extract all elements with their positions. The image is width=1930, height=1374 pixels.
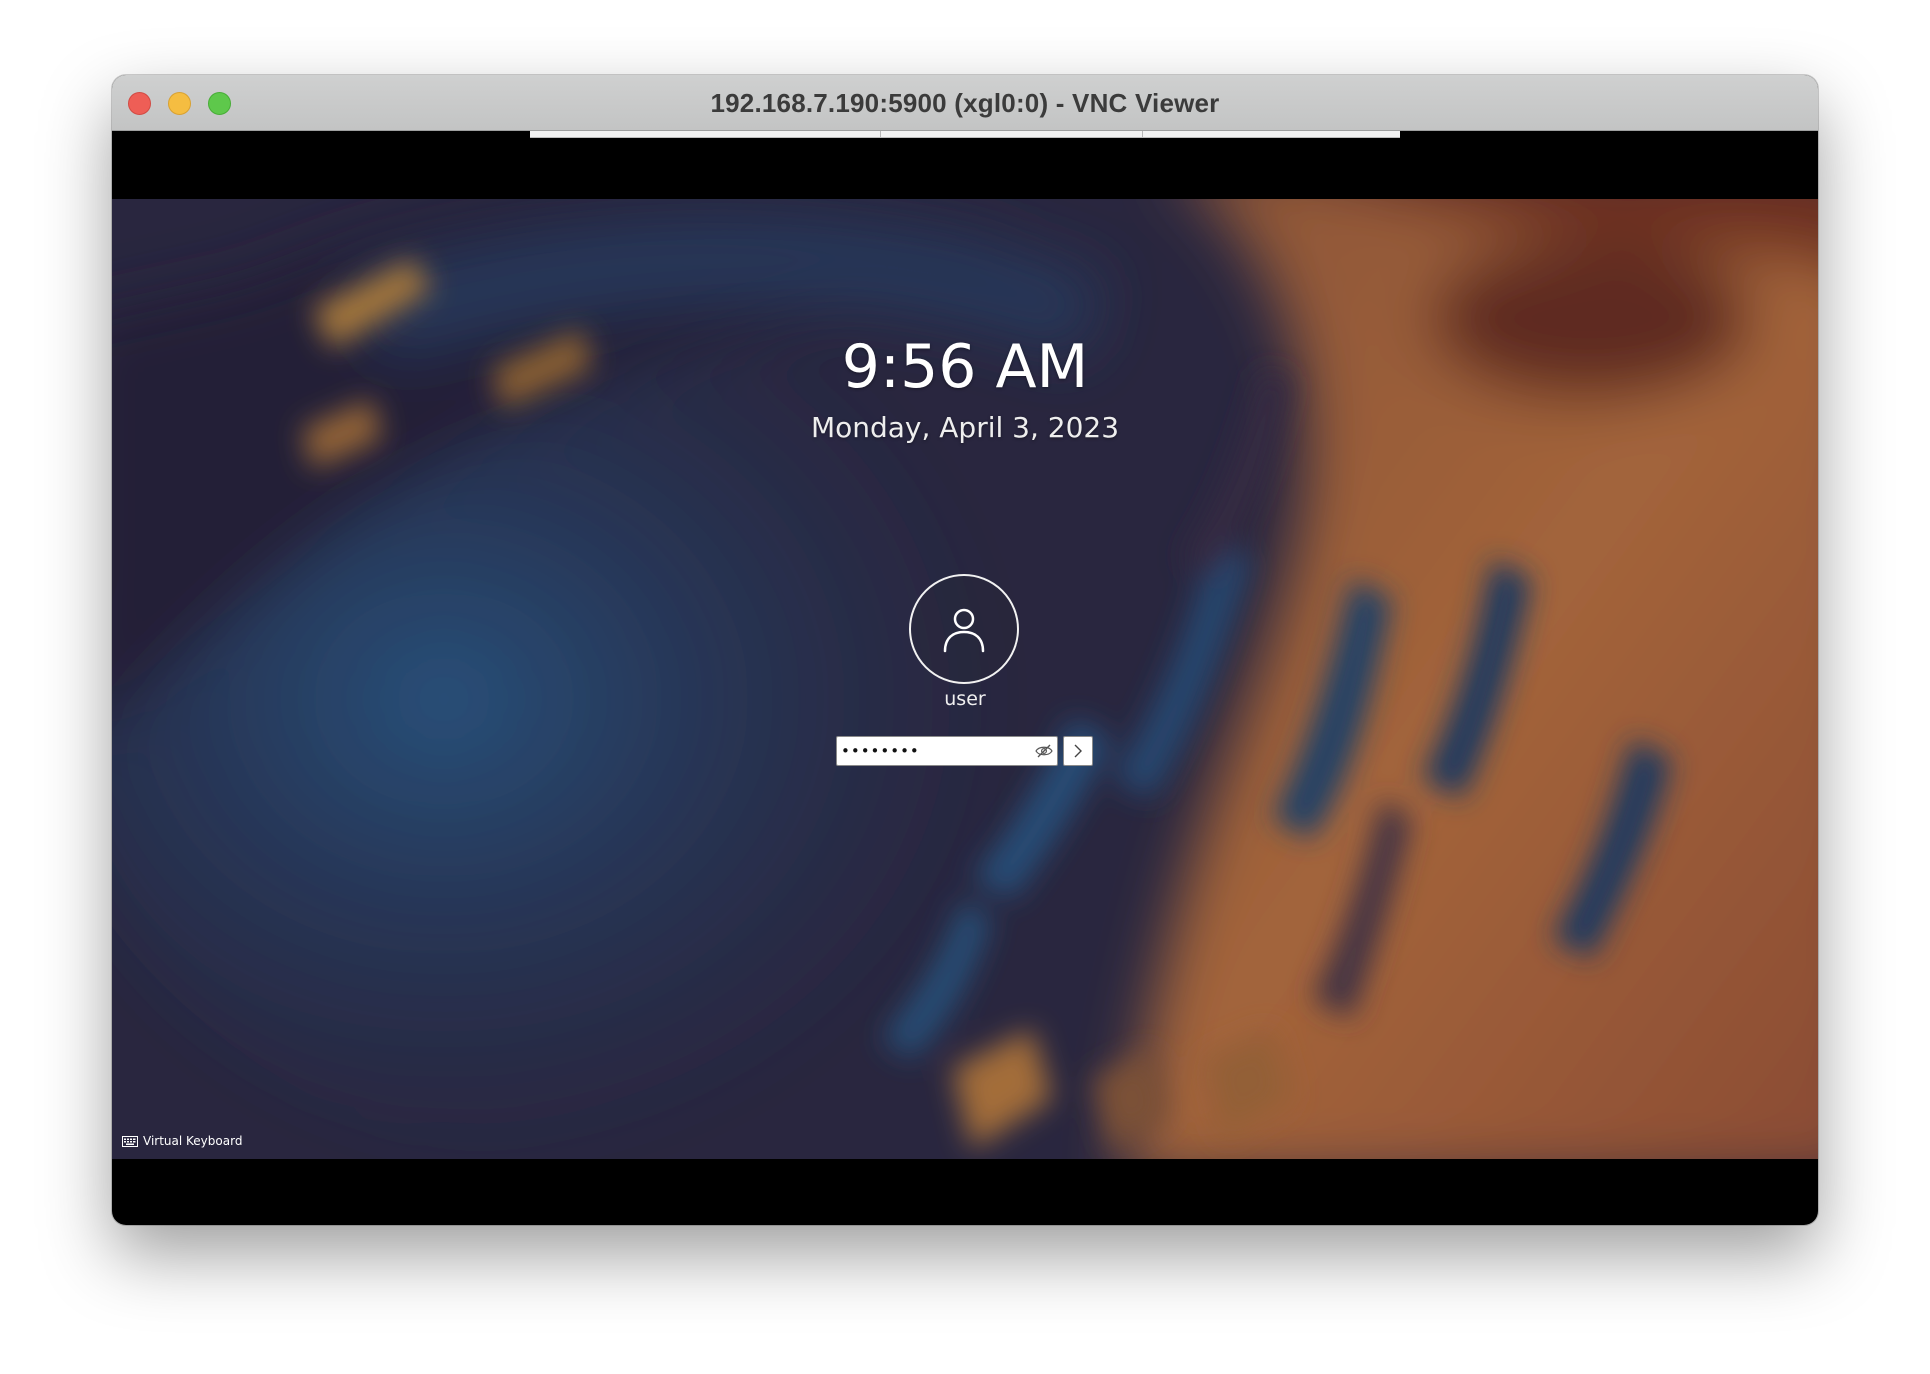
window-title: 192.168.7.190:5900 (xgl0:0) - VNC Viewer [710, 88, 1220, 118]
title-bar[interactable]: 192.168.7.190:5900 (xgl0:0) - VNC Viewer [112, 75, 1818, 131]
user-icon [943, 608, 985, 653]
eye-slash-icon[interactable] [1035, 743, 1053, 759]
clock-date: Monday, April 3, 2023 [810, 411, 1120, 444]
password-input[interactable] [841, 739, 1021, 763]
login-button[interactable] [1063, 736, 1093, 766]
virtual-keyboard-label: Virtual Keyboard [143, 1134, 243, 1148]
chevron-right-icon [1074, 744, 1082, 758]
vnc-viewer-window: 192.168.7.190:5900 (xgl0:0) - VNC Viewer [112, 75, 1818, 1225]
remote-screen[interactable]: 9:56 AM Monday, April 3, 2023 user •••••… [112, 199, 1818, 1159]
user-name-label: user [944, 688, 986, 710]
user-avatar[interactable] [909, 574, 1019, 684]
password-field-box[interactable] [836, 736, 1058, 766]
toolbar-separator [880, 131, 881, 137]
toolbar-separator [1142, 131, 1143, 137]
vnc-toolbar-handle[interactable] [530, 131, 1400, 138]
keyboard-icon [122, 1136, 138, 1147]
clock-time: 9:56 AM [841, 332, 1089, 402]
